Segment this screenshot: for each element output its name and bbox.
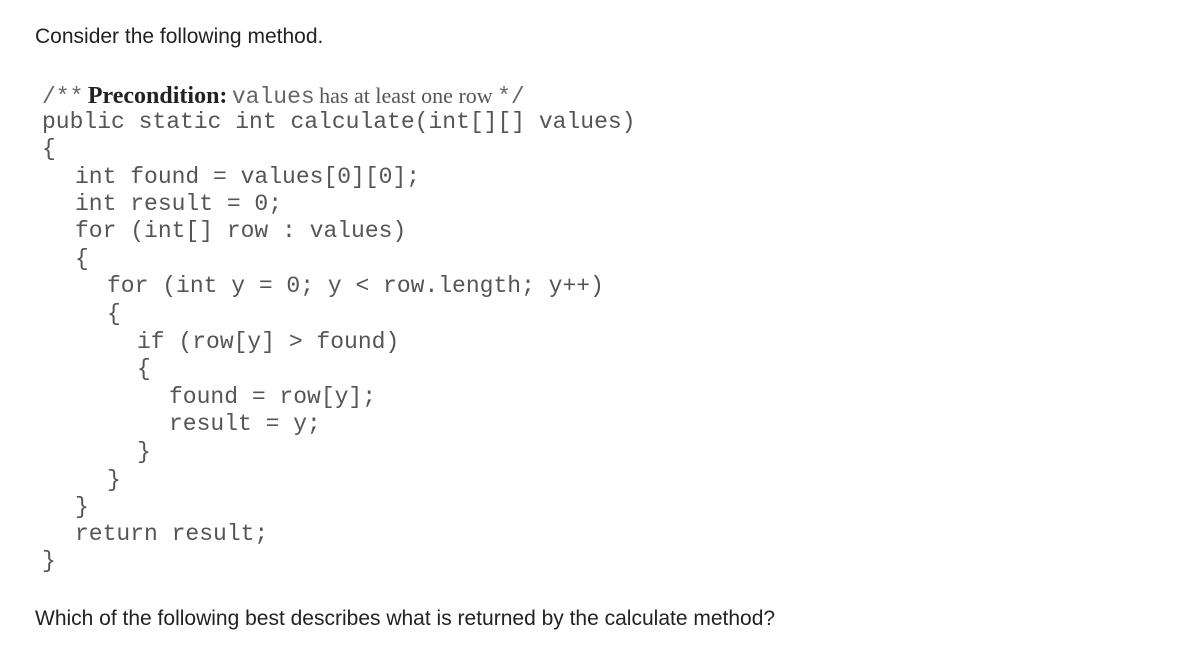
- code-line: int result = 0;: [75, 191, 283, 217]
- code-line: }: [107, 467, 121, 493]
- precondition-text: has at least one row: [319, 83, 493, 108]
- precondition-label: Precondition:: [87, 83, 228, 109]
- code-line: return result;: [75, 521, 269, 547]
- code-line: for (int y = 0; y < row.length; y++): [107, 273, 604, 299]
- code-line: int found = values[0][0];: [75, 164, 421, 190]
- code-line: result = y;: [169, 411, 321, 437]
- code-block: /** Precondition: values has at least on…: [42, 80, 842, 580]
- code-line: }: [75, 494, 89, 520]
- code-line: found = row[y];: [169, 384, 377, 410]
- code-line: {: [107, 301, 121, 327]
- intro-text: Consider the following method.: [35, 25, 324, 48]
- code-line: public static int calculate(int[][] valu…: [42, 109, 636, 135]
- code-line: {: [42, 136, 56, 162]
- question-text: Which of the following best describes wh…: [35, 607, 776, 630]
- code-line: }: [42, 548, 56, 574]
- precondition-variable: values: [231, 84, 315, 110]
- code-line: {: [75, 246, 89, 272]
- code-line: }: [137, 439, 151, 465]
- comment-open: /**: [42, 84, 84, 110]
- code-line: if (row[y] > found): [137, 329, 400, 355]
- comment-close: */: [497, 84, 525, 110]
- code-line: for (int[] row : values): [75, 218, 407, 244]
- code-line: {: [137, 356, 151, 382]
